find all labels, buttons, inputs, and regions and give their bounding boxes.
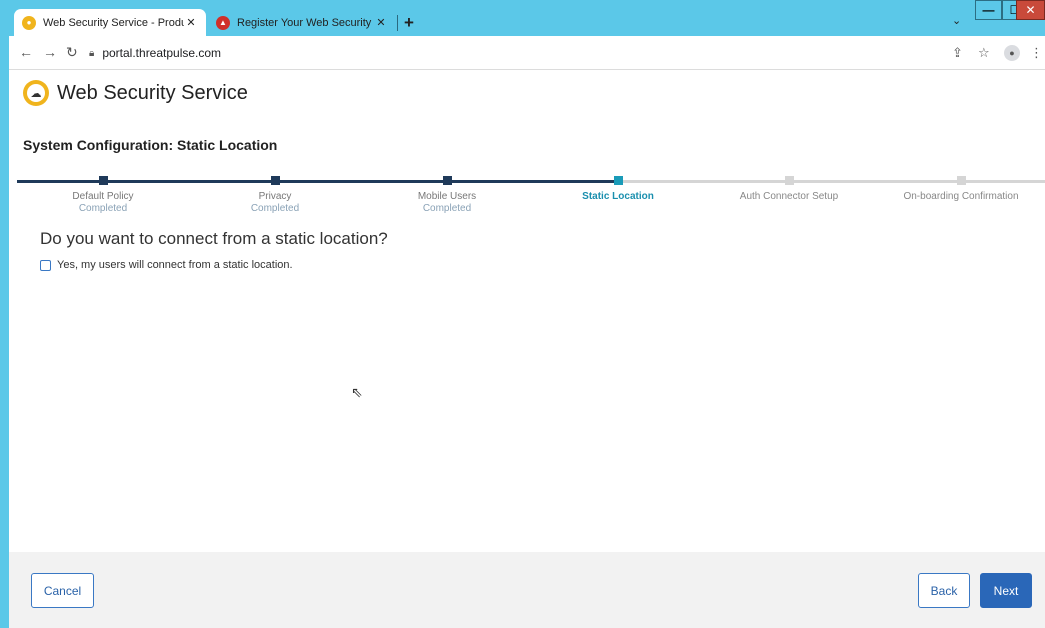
static-location-checkbox-label[interactable]: Yes, my users will connect from a static… <box>57 259 293 271</box>
tab-close-icon[interactable]: ✕ <box>184 16 198 29</box>
step-label: Static Location <box>582 191 654 202</box>
step-label: Default Policy <box>72 191 134 202</box>
static-location-question: Do you want to connect from a static loc… <box>40 229 388 248</box>
step-status: Completed <box>422 203 472 214</box>
step-node <box>442 176 452 185</box>
brand: ☁ Web Security Service <box>23 80 248 106</box>
static-location-checkbox[interactable] <box>40 259 51 271</box>
step-onboarding-confirmation: On-boarding Confirmation <box>875 176 1045 203</box>
web-security-favicon-icon: ● <box>22 15 36 30</box>
step-auth-connector-setup: Auth Connector Setup <box>703 176 875 203</box>
browser-menu-icon[interactable]: ⋮ <box>1030 45 1043 61</box>
bookmark-star-icon[interactable]: ☆ <box>978 45 990 61</box>
url-text: portal.threatpulse.com <box>102 46 222 60</box>
share-icon[interactable]: ⇪ <box>952 45 963 61</box>
browser-toolbar: ← → ↻ 🔒︎ portal.threatpulse.com ⇪ ☆ ● ⋮ <box>9 36 1045 70</box>
profile-avatar-icon[interactable]: ● <box>1004 45 1020 61</box>
register-favicon-icon: ▲ <box>216 15 230 30</box>
step-label: Auth Connector Setup <box>739 191 839 202</box>
static-location-checkbox-row[interactable]: Yes, my users will connect from a static… <box>40 259 293 271</box>
tab-strip: ● Web Security Service - Product S ✕ ▲ R… <box>0 0 1045 36</box>
step-label: On-boarding Confirmation <box>903 191 1019 202</box>
minimize-button[interactable]: — <box>975 0 1002 20</box>
step-static-location: Static Location <box>532 176 704 203</box>
tab-web-security-service[interactable]: ● Web Security Service - Product S ✕ <box>14 9 206 36</box>
step-status: Completed <box>78 203 128 214</box>
step-status: Completed <box>250 203 300 214</box>
mouse-cursor-icon: ⇖ <box>351 384 363 400</box>
step-node <box>270 176 280 185</box>
step-mobile-users: Mobile Users Completed <box>361 176 533 215</box>
tab-close-icon[interactable]: ✕ <box>374 16 388 29</box>
tab-search-chevron-icon[interactable]: ⌄ <box>952 14 961 27</box>
next-button[interactable]: Next <box>980 573 1032 608</box>
step-label: Privacy <box>258 191 292 202</box>
forward-arrow-icon[interactable]: → <box>43 44 57 60</box>
tab-separator <box>397 15 398 31</box>
page-content: ☁ Web Security Service System Configurat… <box>9 70 1045 628</box>
tab-title: Web Security Service - Product S <box>43 16 184 29</box>
onboarding-stepper: Default Policy Completed Privacy Complet… <box>17 176 1045 216</box>
step-node <box>613 176 623 185</box>
step-default-policy: Default Policy Completed <box>17 176 189 215</box>
wizard-footer: Cancel Back Next <box>9 552 1045 628</box>
page-title: System Configuration: Static Location <box>23 137 278 153</box>
new-tab-button[interactable]: + <box>404 13 414 33</box>
brand-name: Web Security Service <box>57 81 248 104</box>
address-bar[interactable]: 🔒︎ portal.threatpulse.com <box>89 41 979 65</box>
browser-window: ● Web Security Service - Product S ✕ ▲ R… <box>0 0 1045 628</box>
cancel-button[interactable]: Cancel <box>31 573 94 608</box>
wss-logo-icon: ☁ <box>23 80 49 106</box>
step-privacy: Privacy Completed <box>189 176 361 215</box>
lock-icon: 🔒︎ <box>89 47 95 59</box>
back-arrow-icon[interactable]: ← <box>19 44 33 60</box>
tab-title: Register Your Web Security Servi <box>237 16 374 29</box>
step-node <box>98 176 108 185</box>
reload-icon[interactable]: ↻ <box>66 44 78 61</box>
tab-register[interactable]: ▲ Register Your Web Security Servi ✕ <box>208 9 396 36</box>
window-close-button[interactable]: ✕ <box>1016 0 1045 20</box>
step-node <box>784 176 794 185</box>
step-label: Mobile Users <box>417 191 477 202</box>
back-button[interactable]: Back <box>918 573 970 608</box>
step-node <box>956 176 966 185</box>
